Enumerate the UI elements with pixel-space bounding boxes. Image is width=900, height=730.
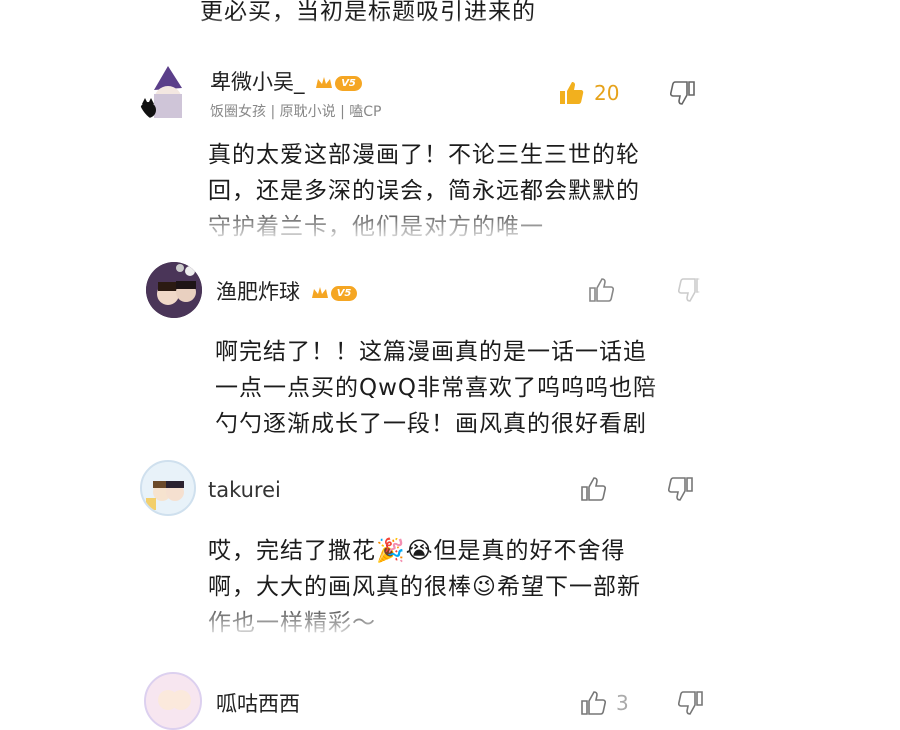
comment-line: 啊，大大的画风真的很棒😉希望下一部新 xyxy=(208,574,641,600)
username[interactable]: 卑微小吴_ V5 xyxy=(210,66,362,96)
avatar[interactable] xyxy=(144,672,202,730)
user-tags: 饭圈女孩 | 原耽小说 | 嗑CP xyxy=(210,104,382,120)
vip-badge: V5 xyxy=(311,285,358,301)
comment-line: 守护着兰卡，他们是对方的唯一 xyxy=(208,214,544,240)
dislike-button[interactable] xyxy=(677,690,704,720)
username[interactable]: takurei xyxy=(208,478,281,502)
avatar[interactable] xyxy=(146,262,202,318)
avatar[interactable] xyxy=(140,460,196,516)
comment-line: 回，还是多深的误会，简永远都会默默的 xyxy=(208,178,640,204)
comment-line: 更必买，当初是标题吸引进来的 xyxy=(200,0,536,25)
comment-line: 勺勺逐渐成长了一段！画风真的很好看剧 xyxy=(215,411,647,437)
like-button[interactable] xyxy=(580,476,607,506)
comment-2-text: 啊完结了！！这篇漫画真的是一话一话追 一点一点买的QwQ非常喜欢了呜呜呜也陪 勺… xyxy=(215,334,700,442)
comment-3-text: 哎，完结了撒花🎉😭但是真的好不舍得 啊，大大的画风真的很棒😉希望下一部新 作也一… xyxy=(208,533,698,641)
like-count: 20 xyxy=(594,81,620,105)
comment-line: 一点一点买的QwQ非常喜欢了呜呜呜也陪 xyxy=(215,375,658,401)
thumbs-down-icon xyxy=(677,691,703,715)
username[interactable]: 呱咕西西 xyxy=(216,688,300,718)
crown-icon xyxy=(316,77,333,88)
avatar[interactable] xyxy=(138,64,198,124)
thumbs-up-icon xyxy=(560,82,584,104)
like-button[interactable] xyxy=(588,277,615,307)
thumbs-down-icon xyxy=(669,81,695,105)
thumbs-down-icon xyxy=(667,477,693,501)
comment-line: 哎，完结了撒花🎉😭但是真的好不舍得 xyxy=(208,538,626,564)
thumbs-up-icon xyxy=(581,477,607,501)
crown-icon xyxy=(311,287,328,298)
vip-badge: V5 xyxy=(315,75,362,91)
comment-line: 啊完结了！！这篇漫画真的是一话一话追 xyxy=(215,339,647,365)
thumbs-up-icon xyxy=(589,278,615,302)
comment-1-text: 真的太爱这部漫画了！不论三生三世的轮 回，还是多深的误会，简永远都会默默的 守护… xyxy=(208,137,698,245)
thumbs-up-icon xyxy=(581,691,606,715)
dislike-button[interactable] xyxy=(678,277,700,307)
comment-line: 真的太爱这部漫画了！不论三生三世的轮 xyxy=(208,142,640,168)
username[interactable]: 渔肥炸球 V5 xyxy=(216,276,358,306)
comment-line: 作也一样精彩～ xyxy=(208,610,376,636)
thumbs-down-icon xyxy=(678,278,700,302)
like-button[interactable]: 20 xyxy=(558,80,619,106)
comment-0-text: 更必买，当初是标题吸引进来的 xyxy=(200,0,620,32)
like-button[interactable]: 3 xyxy=(580,690,629,716)
like-count: 3 xyxy=(616,691,629,715)
dislike-button[interactable] xyxy=(667,476,694,506)
dislike-button[interactable] xyxy=(669,80,696,110)
